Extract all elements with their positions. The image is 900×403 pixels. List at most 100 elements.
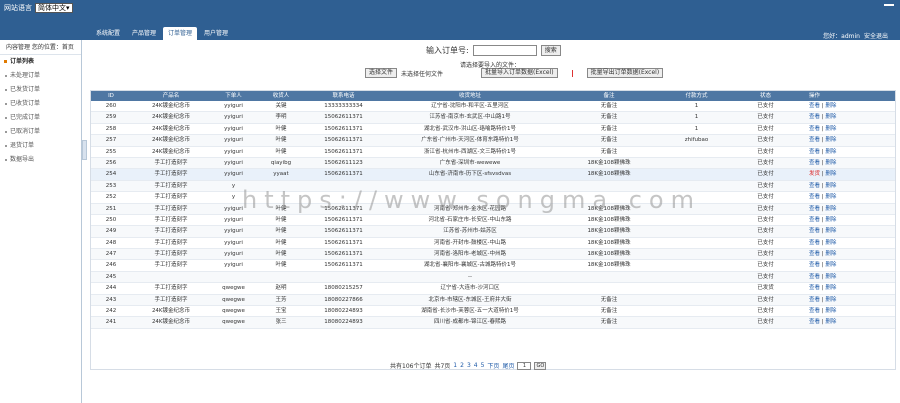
delete-link[interactable]: 删除 (825, 240, 836, 246)
table-row[interactable]: 257 24K镀金纪念币 yyiguri 叶健 15062611371 广东省-广州市-天… (91, 135, 895, 147)
ship-link[interactable]: 发货 (809, 171, 820, 177)
delete-link[interactable]: 删除 (825, 319, 836, 325)
delete-link[interactable]: 删除 (825, 183, 836, 189)
minimize-icon[interactable] (884, 4, 894, 6)
view-link[interactable]: 查看 (809, 308, 820, 314)
import-excel-button[interactable]: 批量导入订单数据(Excel) (481, 68, 558, 78)
table-row[interactable]: 247 手工打造刻字 yyiguri 叶健 15062611371 河南省-洛阳市-老城区… (91, 249, 895, 261)
view-link[interactable]: 查看 (809, 194, 820, 200)
view-link[interactable]: 查看 (809, 240, 820, 246)
view-link[interactable]: 查看 (809, 285, 820, 291)
view-link[interactable]: 查看 (809, 114, 820, 120)
delete-link[interactable]: 删除 (825, 262, 836, 268)
cell-id: 255 (105, 148, 117, 155)
delete-link[interactable]: 删除 (825, 217, 836, 223)
delete-link[interactable]: 删除 (825, 228, 836, 234)
table-row[interactable]: 256 手工打造刻字 yyiguri qiayibg 15062611123 广东省-深圳… (91, 157, 895, 170)
table-row[interactable]: 246 手工打造刻字 yyiguri 叶健 15062611371 湖北省-襄阳市-襄城区… (91, 260, 895, 272)
table-row[interactable]: 241 24K镀金纪念币 qwegwe 张三 18080224893 四川省-成都市-锦江… (91, 317, 895, 329)
table-row[interactable]: 259 24K镀金纪念币 yyiguri 李明 15062611371 江苏省-南京市-玄… (91, 112, 895, 124)
delete-link[interactable]: 删除 (825, 285, 836, 291)
view-link[interactable]: 查看 (809, 251, 820, 257)
table-row[interactable]: 249 手工打造刻字 yyiguri 叶健 15062611371 江苏省-苏州市-姑苏区… (91, 226, 895, 238)
cell-buyer: qwegwe (222, 319, 245, 326)
delete-link[interactable]: 删除 (825, 126, 836, 132)
row-actions: 查看 | 删除 (809, 273, 837, 280)
view-link[interactable]: 查看 (809, 228, 820, 234)
cell-id: 258 (105, 125, 117, 132)
delete-link[interactable]: 删除 (825, 171, 836, 177)
next-page-link[interactable]: 下页 (487, 361, 499, 370)
delete-link[interactable]: 删除 (825, 251, 836, 257)
sidebar-item-2[interactable]: 已发货订单 (0, 83, 81, 97)
delete-link[interactable]: 删除 (825, 194, 836, 200)
table-row[interactable]: 244 手工打造刻字 qwegwe 赵明 18080215257 辽宁省-大连市-沙河口区… (91, 283, 895, 295)
table-row[interactable]: 243 手工打造刻字 qwegwe 王芳 18080227866 北京市-市辖区-东城区-… (91, 294, 895, 307)
page-link-2[interactable]: 2 (460, 362, 464, 369)
view-link[interactable]: 查看 (809, 262, 820, 268)
sidebar-item-3[interactable]: 已收货订单 (0, 97, 81, 111)
cell-status: 已支付 (757, 296, 774, 303)
cell-product: 手工打造刻字 (154, 205, 188, 212)
table-row[interactable]: 254 手工打造刻字 yyiguri yyaat 15062611371 山东省-济南市-… (91, 169, 895, 181)
table-row[interactable]: 250 手工打造刻字 yyiguri 叶健 15062611371 河北省-石家庄市-长安… (91, 215, 895, 227)
sidebar-item-6[interactable]: 退货订单 (0, 139, 81, 153)
last-page-link[interactable]: 尾页 (502, 361, 514, 370)
view-link[interactable]: 查看 (809, 217, 820, 223)
language-select[interactable]: 简体中文 ▾ (35, 3, 73, 13)
column-header: 下单人 (225, 93, 242, 99)
table-row[interactable]: 255 24K镀金纪念币 yyiguri 叶健 15062611371 浙江省-杭州市-西… (91, 147, 895, 158)
delete-link[interactable]: 删除 (825, 103, 836, 109)
order-number-input[interactable] (472, 45, 537, 56)
view-link[interactable]: 查看 (809, 206, 820, 212)
delete-link[interactable]: 删除 (825, 160, 836, 166)
search-button[interactable]: 搜索 (540, 45, 561, 56)
tab-1[interactable]: 产品管理 (127, 27, 161, 40)
delete-link[interactable]: 删除 (825, 297, 836, 303)
cell-product: 手工打造刻字 (154, 182, 188, 189)
cell-id: 241 (105, 319, 117, 326)
view-link[interactable]: 查看 (809, 103, 820, 109)
page-jump-input[interactable]: 1 (517, 361, 532, 370)
view-link[interactable]: 查看 (809, 297, 820, 303)
choose-file-button[interactable]: 选择文件 (365, 68, 398, 78)
table-row[interactable]: 245 -- 已支付 查看 | 删除 (91, 271, 895, 284)
bullet-icon (5, 103, 7, 105)
logout-link[interactable]: 安全退出 (864, 31, 888, 40)
page-link-1[interactable]: 1 (453, 362, 457, 369)
tab-3[interactable]: 用户管理 (199, 27, 233, 40)
page-link-5[interactable]: 5 (481, 362, 485, 369)
page-link-3[interactable]: 3 (467, 362, 471, 369)
view-link[interactable]: 查看 (809, 126, 820, 132)
sidebar-item-5[interactable]: 已取消订单 (0, 125, 81, 139)
sidebar-collapse-handle[interactable] (82, 140, 87, 160)
tab-0[interactable]: 系统配置 (91, 27, 125, 40)
sidebar-item-4[interactable]: 已完成订单 (0, 111, 81, 125)
orders-table: ID 产品名 下单人 收货人 联系电话 收货地址 备注 付款方式 状态 操作 260 24K镀金纪念… (90, 90, 896, 370)
sidebar-item-0[interactable]: 订单列表 (0, 55, 81, 69)
view-link[interactable]: 查看 (809, 149, 820, 155)
delete-link[interactable]: 删除 (825, 274, 836, 280)
view-link[interactable]: 查看 (809, 274, 820, 280)
table-row[interactable]: 260 24K镀金纪念币 yyiguri 关键 13333333334 辽宁省-沈阳市-和… (91, 101, 895, 113)
table-row[interactable]: 258 24K镀金纪念币 yyiguri 叶健 15062611371 湖北省-武汉市-洪… (91, 124, 895, 136)
table-row[interactable]: 242 24K镀金纪念币 qwegwe 王宝 18080224893 湖南省-长沙市-芙蓉… (91, 306, 895, 318)
delete-link[interactable]: 删除 (825, 149, 836, 155)
cell-note: 18K金108颗佛珠 (587, 171, 631, 178)
page-link-4[interactable]: 4 (474, 362, 478, 369)
export-excel-button[interactable]: 批量导出订单数据(Excel) (586, 68, 664, 78)
sidebar-item-1[interactable]: 未处理订单 (0, 69, 81, 83)
delete-link[interactable]: 删除 (825, 137, 836, 143)
delete-link[interactable]: 删除 (825, 206, 836, 212)
tab-2[interactable]: 订单管理 (163, 27, 198, 40)
view-link[interactable]: 查看 (809, 319, 820, 325)
page-go-button[interactable]: GO (534, 361, 547, 370)
view-link[interactable]: 查看 (809, 160, 820, 166)
delete-link[interactable]: 删除 (825, 114, 836, 120)
sidebar-item-7[interactable]: 数据导出 (0, 153, 81, 167)
view-link[interactable]: 查看 (809, 137, 820, 143)
table-row[interactable]: 248 手工打造刻字 yyiguri 叶健 15062611371 河南省-开封市-鼓楼区… (91, 238, 895, 250)
delete-link[interactable]: 删除 (825, 308, 836, 314)
view-link[interactable]: 查看 (809, 183, 820, 189)
cell-status: 已支付 (757, 148, 774, 155)
